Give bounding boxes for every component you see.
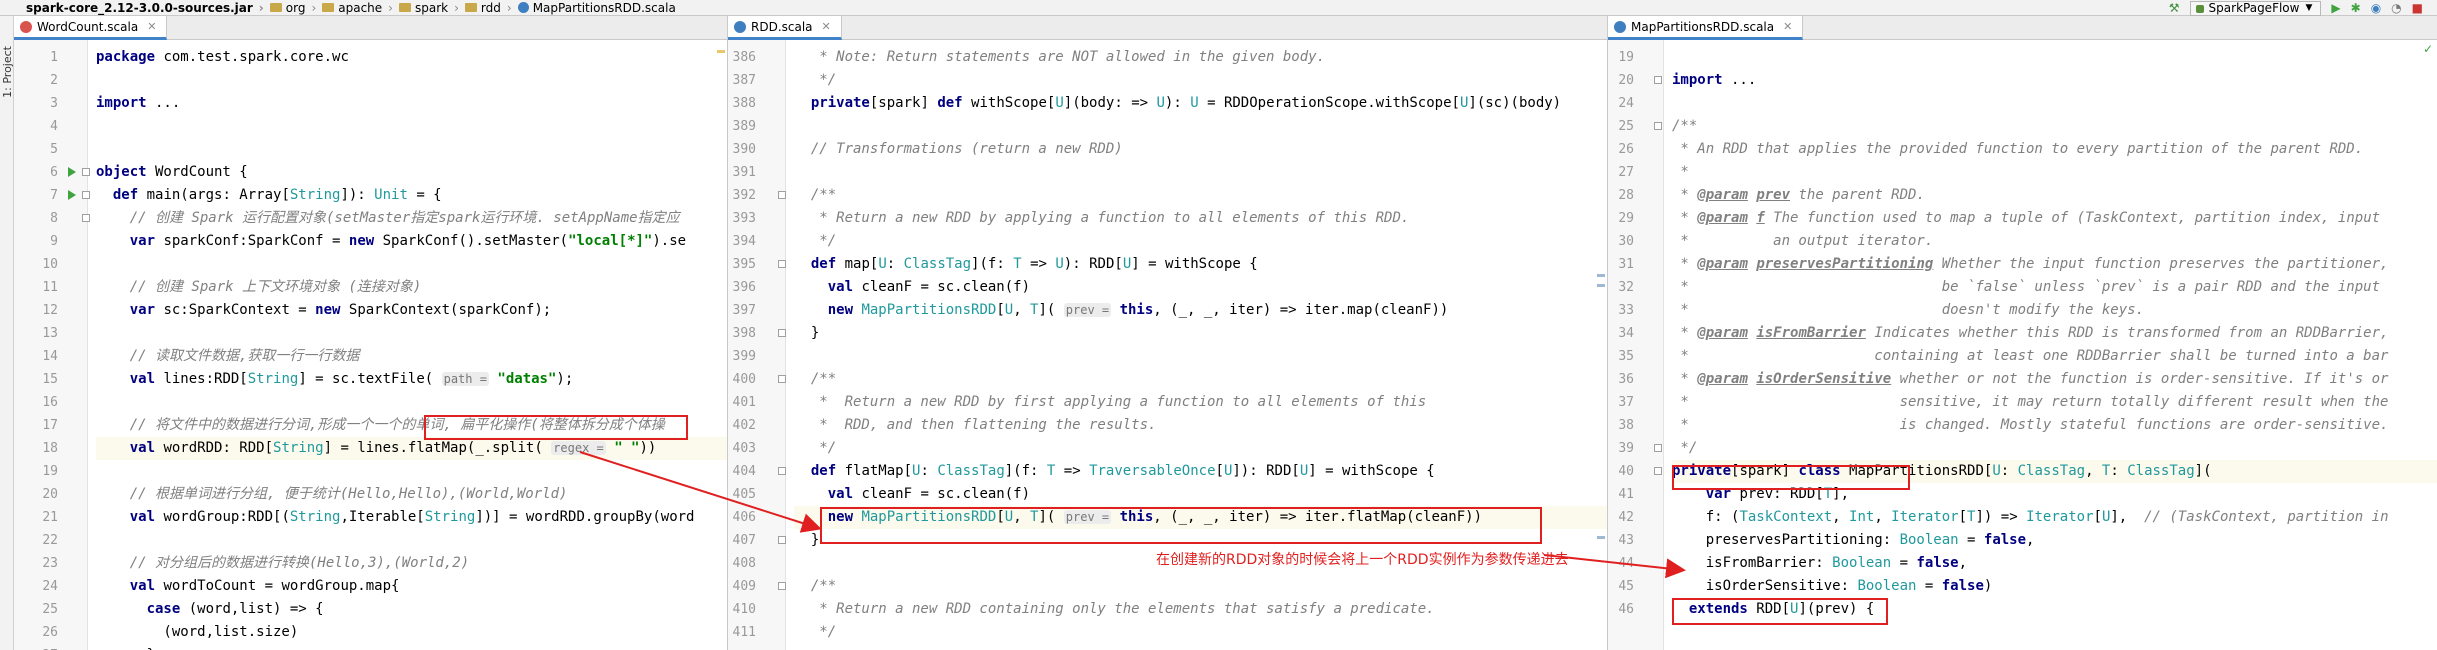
- arrow-flatmap-to-rdd: [579, 451, 822, 533]
- annotation-arrows: [579, 451, 1686, 579]
- arrow-rdd-to-mappartitions: [1543, 554, 1686, 579]
